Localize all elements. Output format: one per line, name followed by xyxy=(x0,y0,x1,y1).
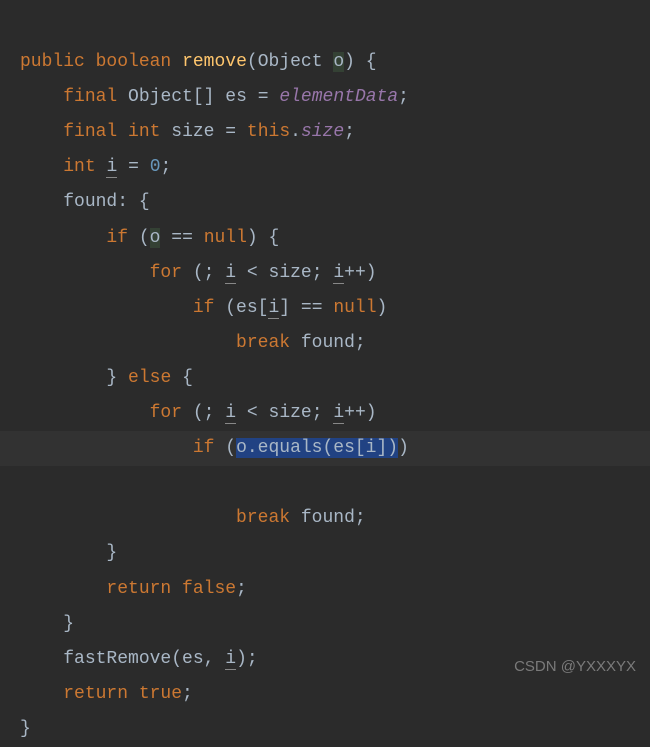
code-line-8: if (es[i] == null) xyxy=(20,298,387,319)
code-block: public boolean remove(Object o) { final … xyxy=(0,10,650,747)
code-line-13: break found; xyxy=(20,508,366,528)
code-line-6: if (o == null) { xyxy=(20,228,279,248)
code-line-14: } xyxy=(20,543,117,563)
code-line-18: return true; xyxy=(20,684,193,704)
code-line-5: found: { xyxy=(20,192,150,212)
code-line-1: public boolean remove(Object o) { xyxy=(20,52,377,72)
code-line-19: } xyxy=(20,719,31,739)
code-line-12-highlighted: if (o.equals(es[i])) xyxy=(0,431,650,466)
code-line-10: } else { xyxy=(20,368,193,388)
code-line-3: final int size = this.size; xyxy=(20,122,355,142)
code-line-11: for (; i < size; i++) xyxy=(20,403,377,424)
watermark-text: CSDN @YXXXYX xyxy=(514,652,636,681)
code-line-15: return false; xyxy=(20,579,247,599)
code-line-17: fastRemove(es, i); xyxy=(20,649,258,670)
code-line-9: break found; xyxy=(20,333,366,353)
code-line-4: int i = 0; xyxy=(20,157,171,178)
code-line-7: for (; i < size; i++) xyxy=(20,263,377,284)
code-line-16: } xyxy=(20,614,74,634)
code-line-2: final Object[] es = elementData; xyxy=(20,87,409,107)
